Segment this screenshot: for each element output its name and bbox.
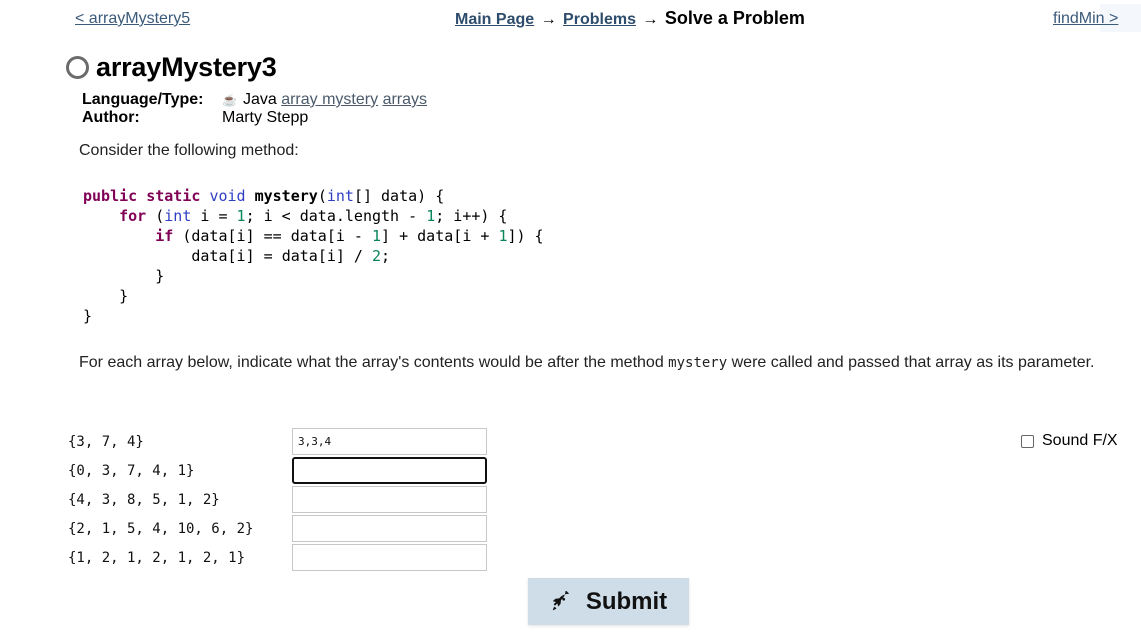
next-problem-link[interactable]: findMin > bbox=[1053, 10, 1118, 28]
language-name: Java bbox=[242, 91, 277, 108]
code-line: } bbox=[83, 287, 129, 305]
rocket-icon bbox=[552, 590, 570, 610]
submit-label: Submit bbox=[585, 587, 668, 615]
circle-outline-icon bbox=[66, 56, 89, 79]
question-row: {1, 2, 1, 2, 1, 2, 1} bbox=[68, 543, 487, 572]
breadcrumb-problems[interactable]: Problems bbox=[563, 11, 636, 28]
question-list: {3, 7, 4} {0, 3, 7, 4, 1} {4, 3, 8, 5, 1, … bbox=[68, 427, 487, 572]
sound-fx-toggle[interactable]: Sound F/X bbox=[1021, 432, 1118, 450]
author-row: Author: Marty Stepp bbox=[82, 109, 427, 127]
instructions-text: For each array below, indicate what the … bbox=[79, 354, 669, 371]
question-prompt: {2, 1, 5, 4, 10, 6, 2} bbox=[68, 520, 254, 537]
question-row: {0, 3, 7, 4, 1} bbox=[68, 456, 487, 485]
code-line: public static void mystery(int[] data) { bbox=[83, 187, 445, 205]
author-name: Marty Stepp bbox=[222, 109, 309, 126]
answer-input[interactable] bbox=[292, 544, 487, 571]
question-prompt: {4, 3, 8, 5, 1, 2} bbox=[68, 491, 220, 508]
code-line: data[i] = data[i] / 2; bbox=[191, 247, 391, 265]
method-name: mystery bbox=[668, 355, 728, 371]
code-line: if (data[i] == data[i - 1] + data[i + 1]… bbox=[155, 227, 544, 245]
answer-input[interactable] bbox=[292, 486, 487, 513]
tag-link[interactable]: arrays bbox=[383, 91, 427, 108]
sound-fx-label: Sound F/X bbox=[1042, 432, 1118, 449]
question-prompt: {1, 2, 1, 2, 1, 2, 1} bbox=[68, 549, 246, 566]
question-prompt: {0, 3, 7, 4, 1} bbox=[68, 462, 195, 479]
language-label: Language/Type: bbox=[82, 91, 204, 108]
breadcrumb-current: Solve a Problem bbox=[664, 8, 805, 28]
language-row: Language/Type: ☕ Java array mystery array… bbox=[82, 91, 427, 109]
code-line: } bbox=[83, 307, 93, 325]
question-prompt: {3, 7, 4} bbox=[68, 433, 144, 450]
problem-instructions: For each array below, indicate what the … bbox=[79, 350, 1119, 376]
problem-intro: Consider the following method: bbox=[79, 142, 299, 159]
problem-title: arrayMystery3 bbox=[96, 52, 277, 82]
breadcrumb-main-page[interactable]: Main Page bbox=[455, 11, 534, 28]
language-value: ☕ Java array mystery arrays bbox=[222, 91, 427, 109]
breadcrumb: Main Page → Problems → Solve a Problem bbox=[455, 8, 805, 29]
problem-header: arrayMystery3 bbox=[66, 52, 277, 83]
author-label: Author: bbox=[82, 109, 140, 126]
breadcrumb-separator: → bbox=[642, 11, 659, 28]
code-block: public static void mystery(int[] data) {… bbox=[83, 186, 544, 326]
code-line: } bbox=[83, 267, 165, 285]
code-line: for (int i = 1; i < data.length - 1; i++… bbox=[119, 207, 508, 225]
question-row: {3, 7, 4} bbox=[68, 427, 487, 456]
top-navigation: < arrayMystery5 Main Page → Problems → S… bbox=[0, 0, 1141, 36]
question-row: {4, 3, 8, 5, 1, 2} bbox=[68, 485, 487, 514]
sound-fx-checkbox[interactable] bbox=[1021, 434, 1034, 448]
answer-input[interactable] bbox=[292, 428, 487, 455]
breadcrumb-separator: → bbox=[540, 11, 557, 28]
question-row: {2, 1, 5, 4, 10, 6, 2} bbox=[68, 514, 487, 543]
tag-link[interactable]: array mystery bbox=[281, 91, 378, 108]
submit-button[interactable]: Submit bbox=[528, 578, 689, 625]
answer-input[interactable] bbox=[292, 515, 487, 542]
instructions-text: were called and passed that array as its… bbox=[727, 354, 1095, 371]
answer-input[interactable] bbox=[292, 457, 487, 484]
prev-problem-link[interactable]: < arrayMystery5 bbox=[75, 10, 190, 28]
java-icon: ☕ bbox=[222, 93, 237, 107]
problem-meta: Language/Type: ☕ Java array mystery array… bbox=[82, 91, 427, 127]
